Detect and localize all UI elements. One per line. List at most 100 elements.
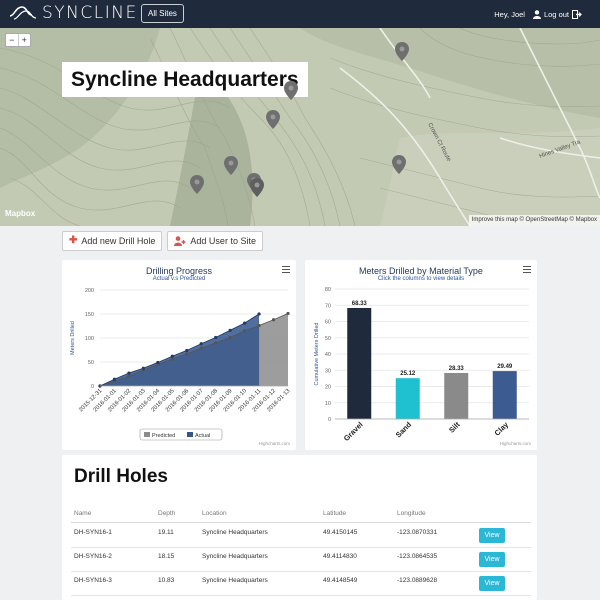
material-plot: 0 10 20 30 40 50 60 70 80 Cumulative Meters Drill…	[314, 287, 529, 443]
view-button[interactable]: View	[479, 552, 505, 567]
y-tick-label: 80	[325, 287, 331, 293]
predicted-point	[214, 341, 218, 345]
plus-icon: ✚	[69, 235, 78, 246]
actual-point	[127, 371, 131, 375]
legend-label-actual: Actual	[195, 433, 210, 439]
y-tick-label: 50	[325, 336, 331, 342]
bar	[444, 372, 469, 419]
actual-point	[185, 348, 189, 353]
y-tick-label: 100	[85, 336, 94, 342]
row-divider	[71, 595, 531, 596]
material-chart: Meters Drilled by Material Type Click th…	[305, 260, 537, 450]
actual-point	[170, 354, 174, 358]
y-axis-label: Meters Drilled	[70, 321, 76, 355]
drilling-progress-chart: Drilling Progress Actual v.s Predicted 0…	[62, 260, 296, 450]
column-header-depth: Depth	[158, 510, 176, 517]
predicted-point	[170, 357, 174, 361]
map-attribution[interactable]: Improve this map © OpenStreetMap © Mapbo…	[468, 215, 600, 226]
cell-depth: 18.15	[158, 553, 175, 560]
bar	[395, 378, 420, 419]
zoom-in-button[interactable]: +	[19, 34, 31, 46]
y-tick-label: 60	[325, 320, 331, 326]
map-pin-icon[interactable]	[395, 42, 409, 61]
actual-point	[243, 321, 247, 325]
data-label: 25.12	[400, 371, 416, 377]
x-tick-label: Clay	[493, 419, 511, 437]
y-tick-label: 150	[85, 312, 94, 318]
column-header-longitude: Longitude	[397, 510, 426, 517]
row-divider	[71, 547, 531, 548]
y-tick-label: 10	[325, 401, 331, 407]
predicted-point	[286, 311, 290, 316]
map-pin-icon[interactable]	[392, 155, 406, 174]
cell-name: DH-SYN16-2	[74, 553, 112, 560]
logout-link[interactable]: Log out	[544, 10, 569, 19]
column-header-latitude: Latitude	[323, 510, 347, 517]
column-header-location: Location	[202, 510, 227, 517]
y-tick-label: 0	[91, 384, 94, 390]
y-axis-label: Cumulative Meters Drilled	[314, 323, 320, 386]
data-label: 28.33	[449, 366, 465, 372]
add-drill-hole-button[interactable]: ✚ Add new Drill Hole	[62, 231, 163, 251]
y-tick-label: 50	[88, 360, 94, 366]
cell-location: Syncline Headquarters	[202, 577, 268, 584]
y-tick-label: 0	[328, 417, 331, 423]
view-button[interactable]: View	[479, 528, 505, 543]
map-terrain: Crown Ct Route Hines Valley Tra	[0, 28, 600, 226]
actual-point	[257, 312, 261, 316]
site-map[interactable]: Crown Ct Route Hines Valley Tra − + Sync…	[0, 28, 600, 226]
predicted-point	[243, 329, 247, 333]
user-greeting: Hey, Joel	[494, 9, 525, 19]
cell-latitude: 49.4114830	[323, 553, 357, 560]
drilling-progress-plot: 050100150200Meters Drilled2015-12-312016…	[70, 288, 291, 441]
cell-latitude: 49.4148549	[323, 577, 358, 584]
user-icon	[532, 9, 541, 19]
add-user-label: Add User to Site	[190, 236, 256, 246]
predicted-point	[127, 374, 131, 378]
predicted-point	[271, 318, 276, 322]
actual-point	[112, 377, 117, 381]
predicted-point	[199, 346, 203, 350]
map-pin-icon[interactable]	[190, 175, 204, 194]
mapbox-logo: Mapbox	[5, 209, 36, 218]
map-pin-icon[interactable]	[284, 81, 298, 100]
cell-longitude: -123.0864535	[397, 553, 438, 560]
logout-icon[interactable]	[572, 9, 582, 19]
zoom-out-button[interactable]: −	[6, 34, 19, 46]
brand-logo[interactable]: SYNCLINE	[8, 3, 138, 23]
cell-location: Syncline Headquarters	[202, 553, 268, 560]
cell-name: DH-SYN16-3	[74, 577, 112, 584]
drill-holes-panel: Drill Holes Name Depth Location Latitude…	[62, 455, 537, 600]
map-pin-icon[interactable]	[266, 110, 280, 129]
y-tick-label: 20	[325, 385, 331, 391]
row-divider	[71, 571, 531, 572]
x-tick-label: Silt	[447, 420, 462, 435]
chart-credits[interactable]: Highcharts.com	[500, 441, 531, 446]
predicted-point	[257, 323, 261, 328]
y-tick-label: 200	[85, 288, 94, 294]
legend-swatch-predicted	[144, 432, 150, 437]
view-button[interactable]: View	[479, 576, 505, 591]
predicted-point	[228, 335, 232, 340]
column-header-name: Name	[74, 510, 92, 517]
header-divider	[71, 522, 531, 523]
bar	[492, 371, 517, 419]
site-title: Syncline Headquarters	[62, 62, 308, 97]
all-sites-button[interactable]: All Sites	[141, 4, 184, 23]
map-pin-icon[interactable]	[250, 178, 264, 197]
actual-point	[214, 335, 218, 340]
add-drill-hole-label: Add new Drill Hole	[81, 236, 156, 246]
map-pin-icon[interactable]	[224, 156, 238, 175]
top-navbar: SYNCLINE All Sites Hey, Joel Log out	[0, 0, 600, 28]
data-label: 68.33	[352, 301, 368, 307]
brand-name: SYNCLINE	[42, 3, 138, 23]
x-tick-label: Gravel	[342, 420, 365, 443]
actual-point	[199, 342, 203, 346]
bar	[347, 307, 372, 419]
cell-depth: 19.11	[158, 529, 174, 536]
actual-point	[228, 328, 232, 332]
chart-legend: Predicted Actual	[139, 428, 223, 441]
legend-swatch-actual	[187, 432, 193, 437]
add-user-button[interactable]: Add User to Site	[167, 231, 263, 251]
chart-credits[interactable]: Highcharts.com	[259, 441, 290, 446]
